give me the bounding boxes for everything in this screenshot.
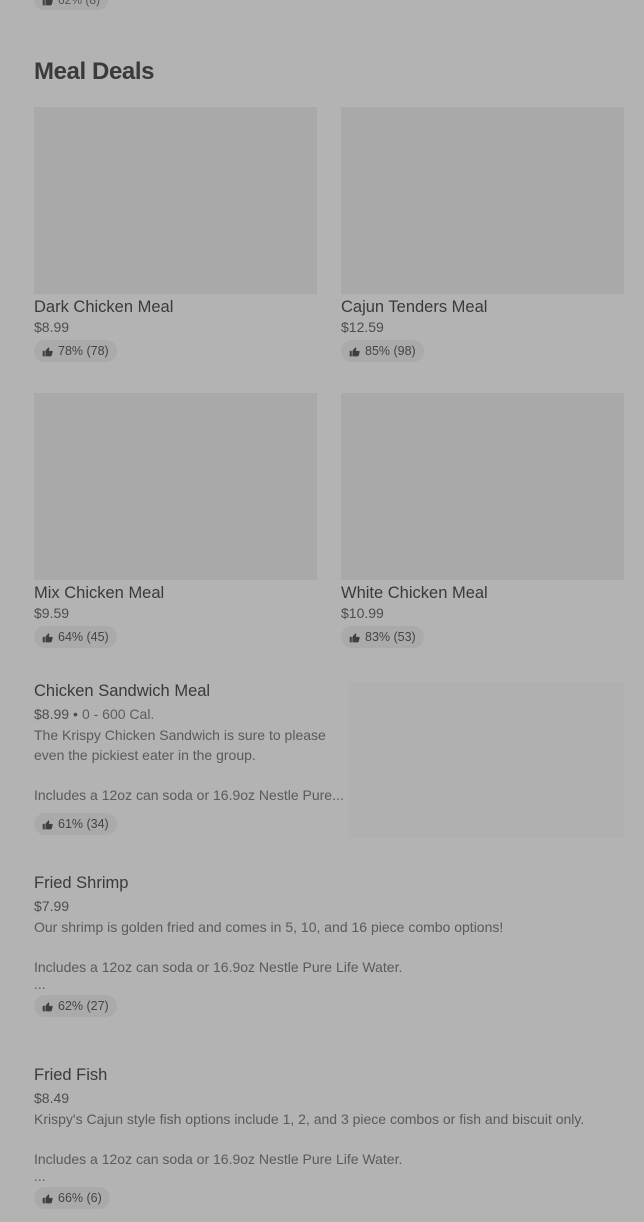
rating-text: 62% (27) (58, 999, 109, 1013)
top-rating-text: 62% (8) (58, 0, 101, 7)
menu-card-cajun-tenders[interactable]: Cajun Tenders Meal $12.59 85% (98) (341, 107, 624, 362)
rating-text: 78% (78) (58, 344, 109, 358)
item-description: Krispy's Cajun style fish options includ… (34, 1111, 585, 1127)
item-name: Fried Fish (34, 1066, 108, 1084)
thumbs-up-icon (42, 1193, 53, 1203)
item-includes: Includes a 12oz can soda or 16.9oz Nestl… (34, 1151, 403, 1167)
item-name: Mix Chicken Meal (34, 584, 165, 602)
rating-text: 64% (45) (58, 630, 109, 644)
menu-card-mix-chicken[interactable]: Mix Chicken Meal $9.59 64% (45) (34, 393, 317, 648)
item-image[interactable] (341, 393, 624, 580)
thumbs-up-icon (349, 632, 360, 642)
rating-badge: 64% (45) (34, 626, 117, 648)
item-price: $8.99 (34, 319, 70, 335)
item-name: White Chicken Meal (341, 584, 488, 602)
item-description: The Krispy Chicken Sandwich is sure to p… (34, 727, 326, 763)
item-price: $8.49 (34, 1090, 70, 1106)
thumbs-up-icon (42, 0, 53, 5)
item-image[interactable] (341, 107, 624, 294)
list-item-fried-shrimp[interactable]: Fried Shrimp $7.99 Our shrimp is golden … (34, 870, 624, 1017)
item-image[interactable] (34, 107, 317, 294)
rating-text: 66% (6) (58, 1191, 102, 1205)
rating-badge: 78% (78) (34, 340, 117, 362)
separator-dot: • (73, 706, 78, 722)
thumbs-up-icon (42, 1001, 53, 1011)
item-name: Fried Shrimp (34, 874, 129, 892)
item-price: $10.99 (341, 605, 384, 621)
item-name: Cajun Tenders Meal (341, 298, 488, 316)
top-rating-pill: 62% (8) (34, 0, 109, 10)
item-name: Chicken Sandwich Meal (34, 682, 211, 700)
item-image[interactable] (348, 682, 624, 838)
item-price: $9.59 (34, 605, 70, 621)
item-includes: Includes a 12oz can soda or 16.9oz Nestl… (34, 959, 403, 975)
item-price: $12.59 (341, 319, 384, 335)
item-price: $7.99 (34, 898, 70, 914)
rating-badge: 61% (34) (34, 813, 117, 835)
thumbs-up-icon (42, 819, 53, 829)
menu-card-dark-chicken[interactable]: Dark Chicken Meal $8.99 78% (78) (34, 107, 317, 362)
thumbs-up-icon (42, 632, 53, 642)
rating-text: 61% (34) (58, 817, 109, 831)
item-price: $8.99 (34, 706, 70, 722)
rating-badge: 62% (27) (34, 995, 117, 1017)
section-title: Meal Deals (34, 58, 155, 85)
thumbs-up-icon (349, 346, 360, 356)
item-includes: Includes a 12oz can soda or 16.9oz Nestl… (34, 787, 344, 803)
item-description: Our shrimp is golden fried and comes in … (34, 919, 504, 935)
menu-card-white-chicken[interactable]: White Chicken Meal $10.99 83% (53) (341, 393, 624, 648)
rating-text: 83% (53) (365, 630, 416, 644)
item-image[interactable] (34, 393, 317, 580)
item-ellipsis: ... (34, 1168, 46, 1184)
item-name: Dark Chicken Meal (34, 298, 174, 316)
item-calories: 0 - 600 Cal. (81, 706, 155, 722)
rating-badge: 83% (53) (341, 626, 424, 648)
rating-badge: 85% (98) (341, 340, 424, 362)
list-item-chicken-sandwich[interactable]: Chicken Sandwich Meal $8.99 • 0 - 600 Cal.… (34, 678, 344, 835)
rating-badge: 66% (6) (34, 1187, 110, 1209)
thumbs-up-icon (42, 346, 53, 356)
rating-text: 85% (98) (365, 344, 416, 358)
item-ellipsis: ... (34, 976, 46, 992)
list-item-fried-fish[interactable]: Fried Fish $8.49 Krispy's Cajun style fi… (34, 1062, 634, 1209)
item-price-line: $8.99 • 0 - 600 Cal. (34, 706, 336, 722)
